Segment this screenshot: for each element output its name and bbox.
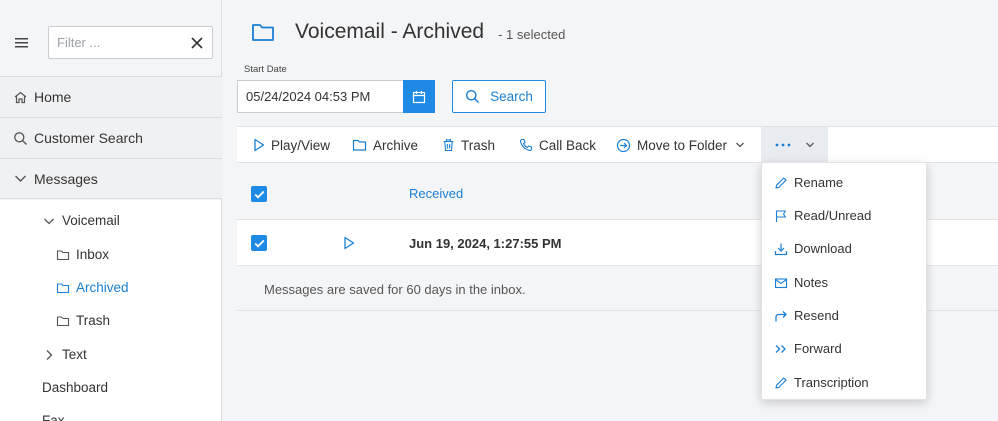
select-all-checkbox[interactable] — [251, 186, 267, 202]
more-actions-menu: Rename Read/Unread Download Notes Resend… — [761, 162, 927, 400]
sidebar-item-text[interactable]: Text — [42, 347, 87, 362]
menu-item-label: Rename — [794, 175, 844, 190]
trash-label: Trash — [461, 137, 496, 153]
menu-item-label: Notes — [794, 275, 828, 290]
calendar-icon — [412, 90, 426, 104]
phone-icon — [519, 138, 539, 152]
play-view-button[interactable]: Play/View — [253, 127, 330, 163]
menu-item-label: Download — [794, 241, 852, 256]
column-header-received[interactable]: Received — [409, 186, 463, 201]
menu-item-notes[interactable]: Notes — [774, 275, 828, 290]
sidebar-item-trash[interactable]: Trash — [56, 313, 110, 328]
sidebar-nav: Home Customer Search Messages — [0, 76, 222, 199]
sidebar-item-label: Archived — [76, 280, 129, 295]
sidebar-item-label: Fax — [42, 413, 65, 421]
more-actions-button[interactable] — [761, 127, 828, 163]
archive-button[interactable]: Archive — [352, 127, 418, 163]
menu-item-label: Read/Unread — [794, 208, 872, 223]
sidebar-item-label: Inbox — [76, 247, 110, 262]
play-view-label: Play/View — [271, 137, 331, 153]
menu-item-rename[interactable]: Rename — [774, 175, 843, 190]
chevron-right-icon — [42, 348, 56, 362]
search-button-label: Search — [490, 89, 533, 104]
menu-item-transcription[interactable]: Transcription — [774, 375, 869, 390]
trash-button[interactable]: Trash — [442, 127, 495, 163]
play-icon[interactable] — [343, 236, 355, 250]
folder-icon — [251, 21, 275, 43]
received-date: Jun 19, 2024, 1:27:55 PM — [409, 236, 562, 251]
clear-filter-icon[interactable] — [190, 36, 204, 50]
trash-icon — [442, 138, 461, 152]
retention-message: Messages are saved for 60 days in the in… — [264, 282, 526, 297]
search-icon — [13, 131, 28, 146]
ellipsis-icon — [775, 143, 791, 147]
sidebar-item-inbox[interactable]: Inbox — [56, 247, 109, 262]
folder-icon — [56, 248, 70, 262]
pencil-icon — [774, 176, 794, 190]
page-title: Voicemail - Archived — [295, 20, 485, 43]
sidebar-item-archived[interactable]: Archived — [56, 280, 129, 295]
home-icon — [13, 90, 28, 105]
envelope-icon — [774, 276, 794, 290]
archive-label: Archive — [373, 137, 419, 153]
menu-item-label: Transcription — [794, 375, 869, 390]
chevron-down-icon — [735, 141, 751, 149]
menu-item-forward[interactable]: Forward — [774, 341, 842, 356]
menu-item-download[interactable]: Download — [774, 241, 852, 256]
menu-item-label: Forward — [794, 341, 842, 356]
chevron-down-icon — [13, 171, 28, 186]
chevron-down-icon — [805, 141, 815, 149]
folder-icon — [56, 314, 70, 328]
call-back-label: Call Back — [539, 137, 597, 153]
download-icon — [774, 242, 794, 256]
filter-input[interactable] — [57, 35, 190, 50]
arrow-circle-right-icon — [616, 138, 637, 153]
call-back-button[interactable]: Call Back — [519, 127, 596, 163]
share-arrow-icon — [774, 309, 794, 323]
hamburger-menu-icon[interactable] — [14, 35, 32, 51]
actions-toolbar: Play/View Archive Trash Call Back Move t… — [237, 126, 998, 163]
play-icon — [253, 138, 271, 152]
start-date-label: Start Date — [244, 64, 287, 75]
sidebar-item-label: Voicemail — [62, 213, 120, 228]
selected-count: - 1 selected — [498, 26, 566, 42]
sidebar-item-label: Home — [34, 89, 72, 105]
move-to-folder-button[interactable]: Move to Folder — [616, 127, 751, 163]
menu-item-read-unread[interactable]: Read/Unread — [774, 208, 871, 223]
sidebar-item-dashboard[interactable]: Dashboard — [42, 380, 108, 395]
page-header: Voicemail - Archived - 1 selected — [251, 20, 565, 44]
sidebar-item-voicemail[interactable]: Voicemail — [42, 213, 120, 228]
sidebar: Home Customer Search Messages Voicemail — [0, 0, 222, 421]
sidebar-item-label: Customer Search — [34, 130, 143, 146]
start-date-input[interactable]: 05/24/2024 04:53 PM — [237, 80, 404, 113]
sidebar-item-messages[interactable]: Messages — [0, 158, 222, 199]
folder-icon — [352, 138, 373, 152]
calendar-button[interactable] — [403, 80, 435, 113]
menu-item-label: Resend — [794, 308, 839, 323]
move-to-folder-label: Move to Folder — [637, 137, 728, 153]
sidebar-item-label: Text — [62, 347, 87, 362]
sidebar-item-label: Dashboard — [42, 380, 109, 395]
menu-item-resend[interactable]: Resend — [774, 308, 839, 323]
double-chevron-right-icon — [774, 342, 794, 356]
messages-subnav: Voicemail Inbox Archived Trash Text Dash… — [0, 200, 221, 421]
sidebar-item-home[interactable]: Home — [0, 76, 222, 117]
checkmark-icon — [254, 239, 265, 248]
sidebar-item-label: Trash — [76, 313, 111, 328]
row-checkbox[interactable] — [251, 235, 267, 251]
flag-icon — [774, 209, 794, 223]
search-icon — [465, 89, 490, 104]
checkmark-icon — [254, 190, 265, 199]
chevron-down-icon — [42, 214, 56, 228]
filter-field — [48, 26, 213, 59]
sidebar-item-fax[interactable]: Fax — [42, 413, 65, 421]
sidebar-item-label: Messages — [34, 170, 98, 187]
sidebar-item-customer-search[interactable]: Customer Search — [0, 117, 222, 158]
search-button[interactable]: Search — [452, 80, 546, 113]
pencil-icon — [774, 376, 794, 390]
folder-icon — [56, 281, 70, 295]
